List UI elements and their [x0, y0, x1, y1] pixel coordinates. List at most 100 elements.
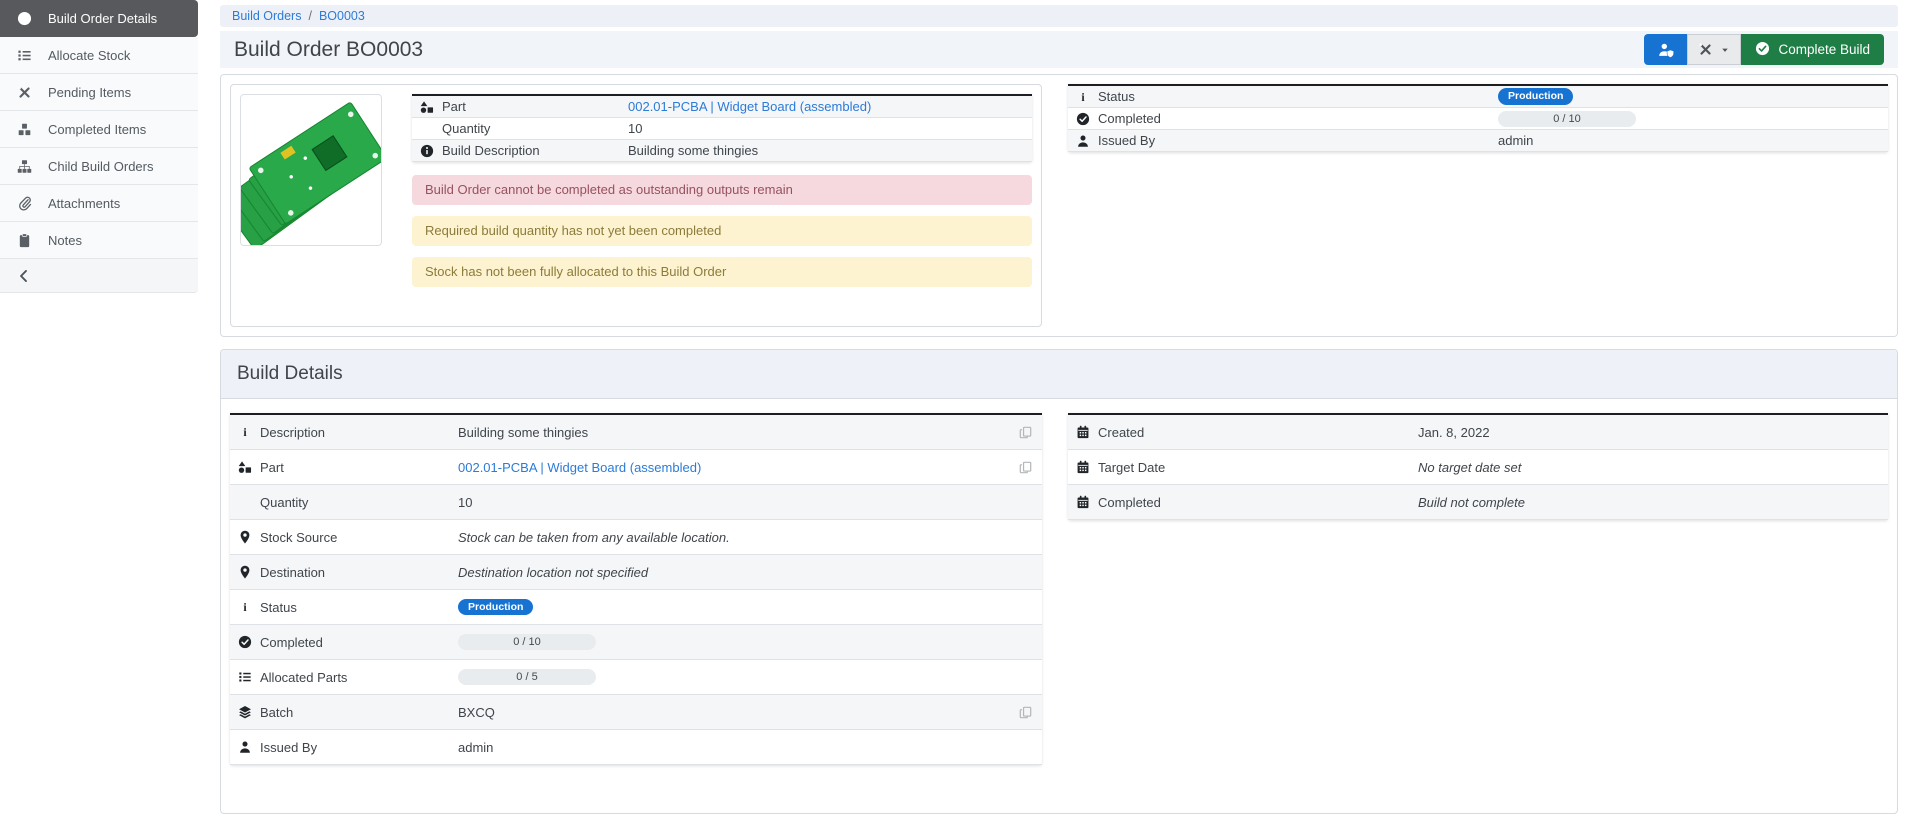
- build-details-row-part: Part002.01-PCBA | Widget Board (assemble…: [230, 450, 1042, 485]
- build-details-row-allocated-parts: Allocated Parts0 / 5: [230, 660, 1042, 695]
- part-info-row-build-description: Build DescriptionBuilding some thingies: [412, 140, 1032, 162]
- row-label: Target Date: [1098, 460, 1418, 475]
- part-summary-box: Part002.01-PCBA | Widget Board (assemble…: [230, 84, 1042, 327]
- admin-button[interactable]: [1644, 34, 1687, 65]
- cubes-icon: [17, 122, 32, 137]
- breadcrumb-link-bo0003[interactable]: BO0003: [319, 9, 365, 23]
- progress-bar: 0 / 5: [458, 669, 596, 685]
- sidebar-collapse-button[interactable]: [0, 259, 198, 293]
- build-summary-panel: Part002.01-PCBA | Widget Board (assemble…: [220, 74, 1898, 337]
- row-label: Part: [260, 460, 458, 475]
- copy-button[interactable]: [1008, 706, 1042, 719]
- tools-icon: [1698, 42, 1713, 57]
- build-status-row-completed: Completed0 / 10: [1068, 108, 1888, 130]
- row-value: admin: [1498, 133, 1533, 148]
- sidebar-item-notes[interactable]: Notes: [0, 222, 198, 259]
- svg-text:i: i: [243, 600, 247, 614]
- build-details-body: iDescriptionBuilding some thingiesPart00…: [221, 399, 1897, 805]
- build-alert-danger: Build Order cannot be completed as outst…: [412, 175, 1032, 205]
- map-marker-icon: [238, 565, 252, 579]
- sidebar-item-pending-items[interactable]: Pending Items: [0, 74, 198, 111]
- build-alerts: Build Order cannot be completed as outst…: [412, 164, 1032, 287]
- sidebar: Build Order DetailsAllocate Stock Pending…: [0, 0, 198, 293]
- list-icon: [238, 670, 252, 684]
- row-label: Batch: [260, 705, 458, 720]
- row-label: Status: [1098, 89, 1498, 104]
- svg-text:i: i: [243, 425, 247, 439]
- row-label: Description: [260, 425, 458, 440]
- row-label: Quantity: [442, 121, 628, 136]
- sidebar-item-build-order-details[interactable]: Build Order Details: [0, 0, 198, 37]
- shapes-icon: [420, 100, 434, 114]
- part-image[interactable]: [240, 94, 382, 246]
- build-dates-row-completed: CompletedBuild not complete: [1068, 485, 1888, 520]
- sidebar-item-label: Pending Items: [48, 85, 131, 100]
- info-icon: i: [238, 425, 252, 439]
- build-details-row-description: iDescriptionBuilding some thingies: [230, 415, 1042, 450]
- breadcrumb-separator: /: [308, 9, 311, 23]
- row-label: Completed: [1098, 111, 1498, 126]
- build-details-row-completed: Completed0 / 10: [230, 625, 1042, 660]
- part-link[interactable]: 002.01-PCBA | Widget Board (assembled): [628, 99, 871, 114]
- build-status-row-issued-by: Issued Byadmin: [1068, 130, 1888, 152]
- complete-build-label: Complete Build: [1778, 42, 1870, 57]
- row-label: Allocated Parts: [260, 670, 458, 685]
- part-summary-right: Part002.01-PCBA | Widget Board (assemble…: [412, 94, 1032, 317]
- sidebar-item-label: Child Build Orders: [48, 159, 154, 174]
- breadcrumb: Build Orders / BO0003: [220, 5, 1898, 27]
- row-label: Quantity: [260, 495, 458, 510]
- part-info-row-quantity: Quantity10: [412, 118, 1032, 140]
- row-label: Destination: [260, 565, 458, 580]
- page-header: Build Order BO0003 Complete Build: [220, 31, 1898, 68]
- row-value: Stock can be taken from any available lo…: [458, 530, 730, 545]
- row-label: Created: [1098, 425, 1418, 440]
- row-label: Part: [442, 99, 628, 114]
- sidebar-item-attachments[interactable]: Attachments: [0, 185, 198, 222]
- build-details-row-destination: DestinationDestination location not spec…: [230, 555, 1042, 590]
- copy-button[interactable]: [1008, 461, 1042, 474]
- info-icon: i: [1076, 90, 1090, 104]
- info-icon: i: [238, 600, 252, 614]
- build-alert-warning: Stock has not been fully allocated to th…: [412, 257, 1032, 287]
- sidebar-item-completed-items[interactable]: Completed Items: [0, 111, 198, 148]
- build-status-row-status: i StatusProduction: [1068, 86, 1888, 108]
- row-value: Destination location not specified: [458, 565, 648, 580]
- user-icon: [238, 740, 252, 754]
- row-label: Completed: [260, 635, 458, 650]
- build-actions-dropdown-button[interactable]: [1687, 34, 1741, 65]
- layers-icon: [238, 705, 252, 719]
- check-circle-icon: [1755, 41, 1770, 59]
- complete-build-button[interactable]: Complete Build: [1741, 34, 1884, 65]
- info-circle-icon: [420, 144, 434, 158]
- part-link[interactable]: 002.01-PCBA | Widget Board (assembled): [458, 460, 701, 475]
- sidebar-item-allocate-stock[interactable]: Allocate Stock: [0, 37, 198, 74]
- sidebar-item-label: Completed Items: [48, 122, 146, 137]
- action-buttons: Complete Build: [1644, 34, 1884, 65]
- part-info-row-part: Part002.01-PCBA | Widget Board (assemble…: [412, 96, 1032, 118]
- breadcrumb-link-build-orders[interactable]: Build Orders: [232, 9, 301, 23]
- pcb-sticker-graphic: [280, 146, 295, 160]
- row-value: Build not complete: [1418, 495, 1525, 510]
- copy-icon: [1019, 706, 1032, 719]
- sidebar-item-label: Notes: [48, 233, 82, 248]
- copy-icon: [1019, 461, 1032, 474]
- build-order-page: Build Order DetailsAllocate Stock Pending…: [0, 0, 1908, 815]
- build-details-row-stock-source: Stock SourceStock can be taken from any …: [230, 520, 1042, 555]
- build-details-row-batch: BatchBXCQ: [230, 695, 1042, 730]
- svg-text:i: i: [1081, 90, 1085, 104]
- map-marker-icon: [238, 530, 252, 544]
- copy-button[interactable]: [1008, 426, 1042, 439]
- sidebar-item-child-build-orders[interactable]: Child Build Orders: [0, 148, 198, 185]
- build-details-row-status: iStatusProduction: [230, 590, 1042, 625]
- build-dates-table: CreatedJan. 8, 2022Target DateNo target …: [1068, 413, 1888, 520]
- status-badge: Production: [1498, 88, 1573, 105]
- row-value: Building some thingies: [628, 143, 758, 158]
- build-details-row-quantity: Quantity10: [230, 485, 1042, 520]
- row-label: Status: [260, 600, 458, 615]
- row-value: 10: [628, 121, 642, 136]
- row-label: Stock Source: [260, 530, 458, 545]
- build-dates-row-target-date: Target DateNo target date set: [1068, 450, 1888, 485]
- caret-down-icon: [1720, 45, 1730, 55]
- build-details-title: Build Details: [221, 350, 1897, 399]
- calendar-icon: [1076, 425, 1090, 439]
